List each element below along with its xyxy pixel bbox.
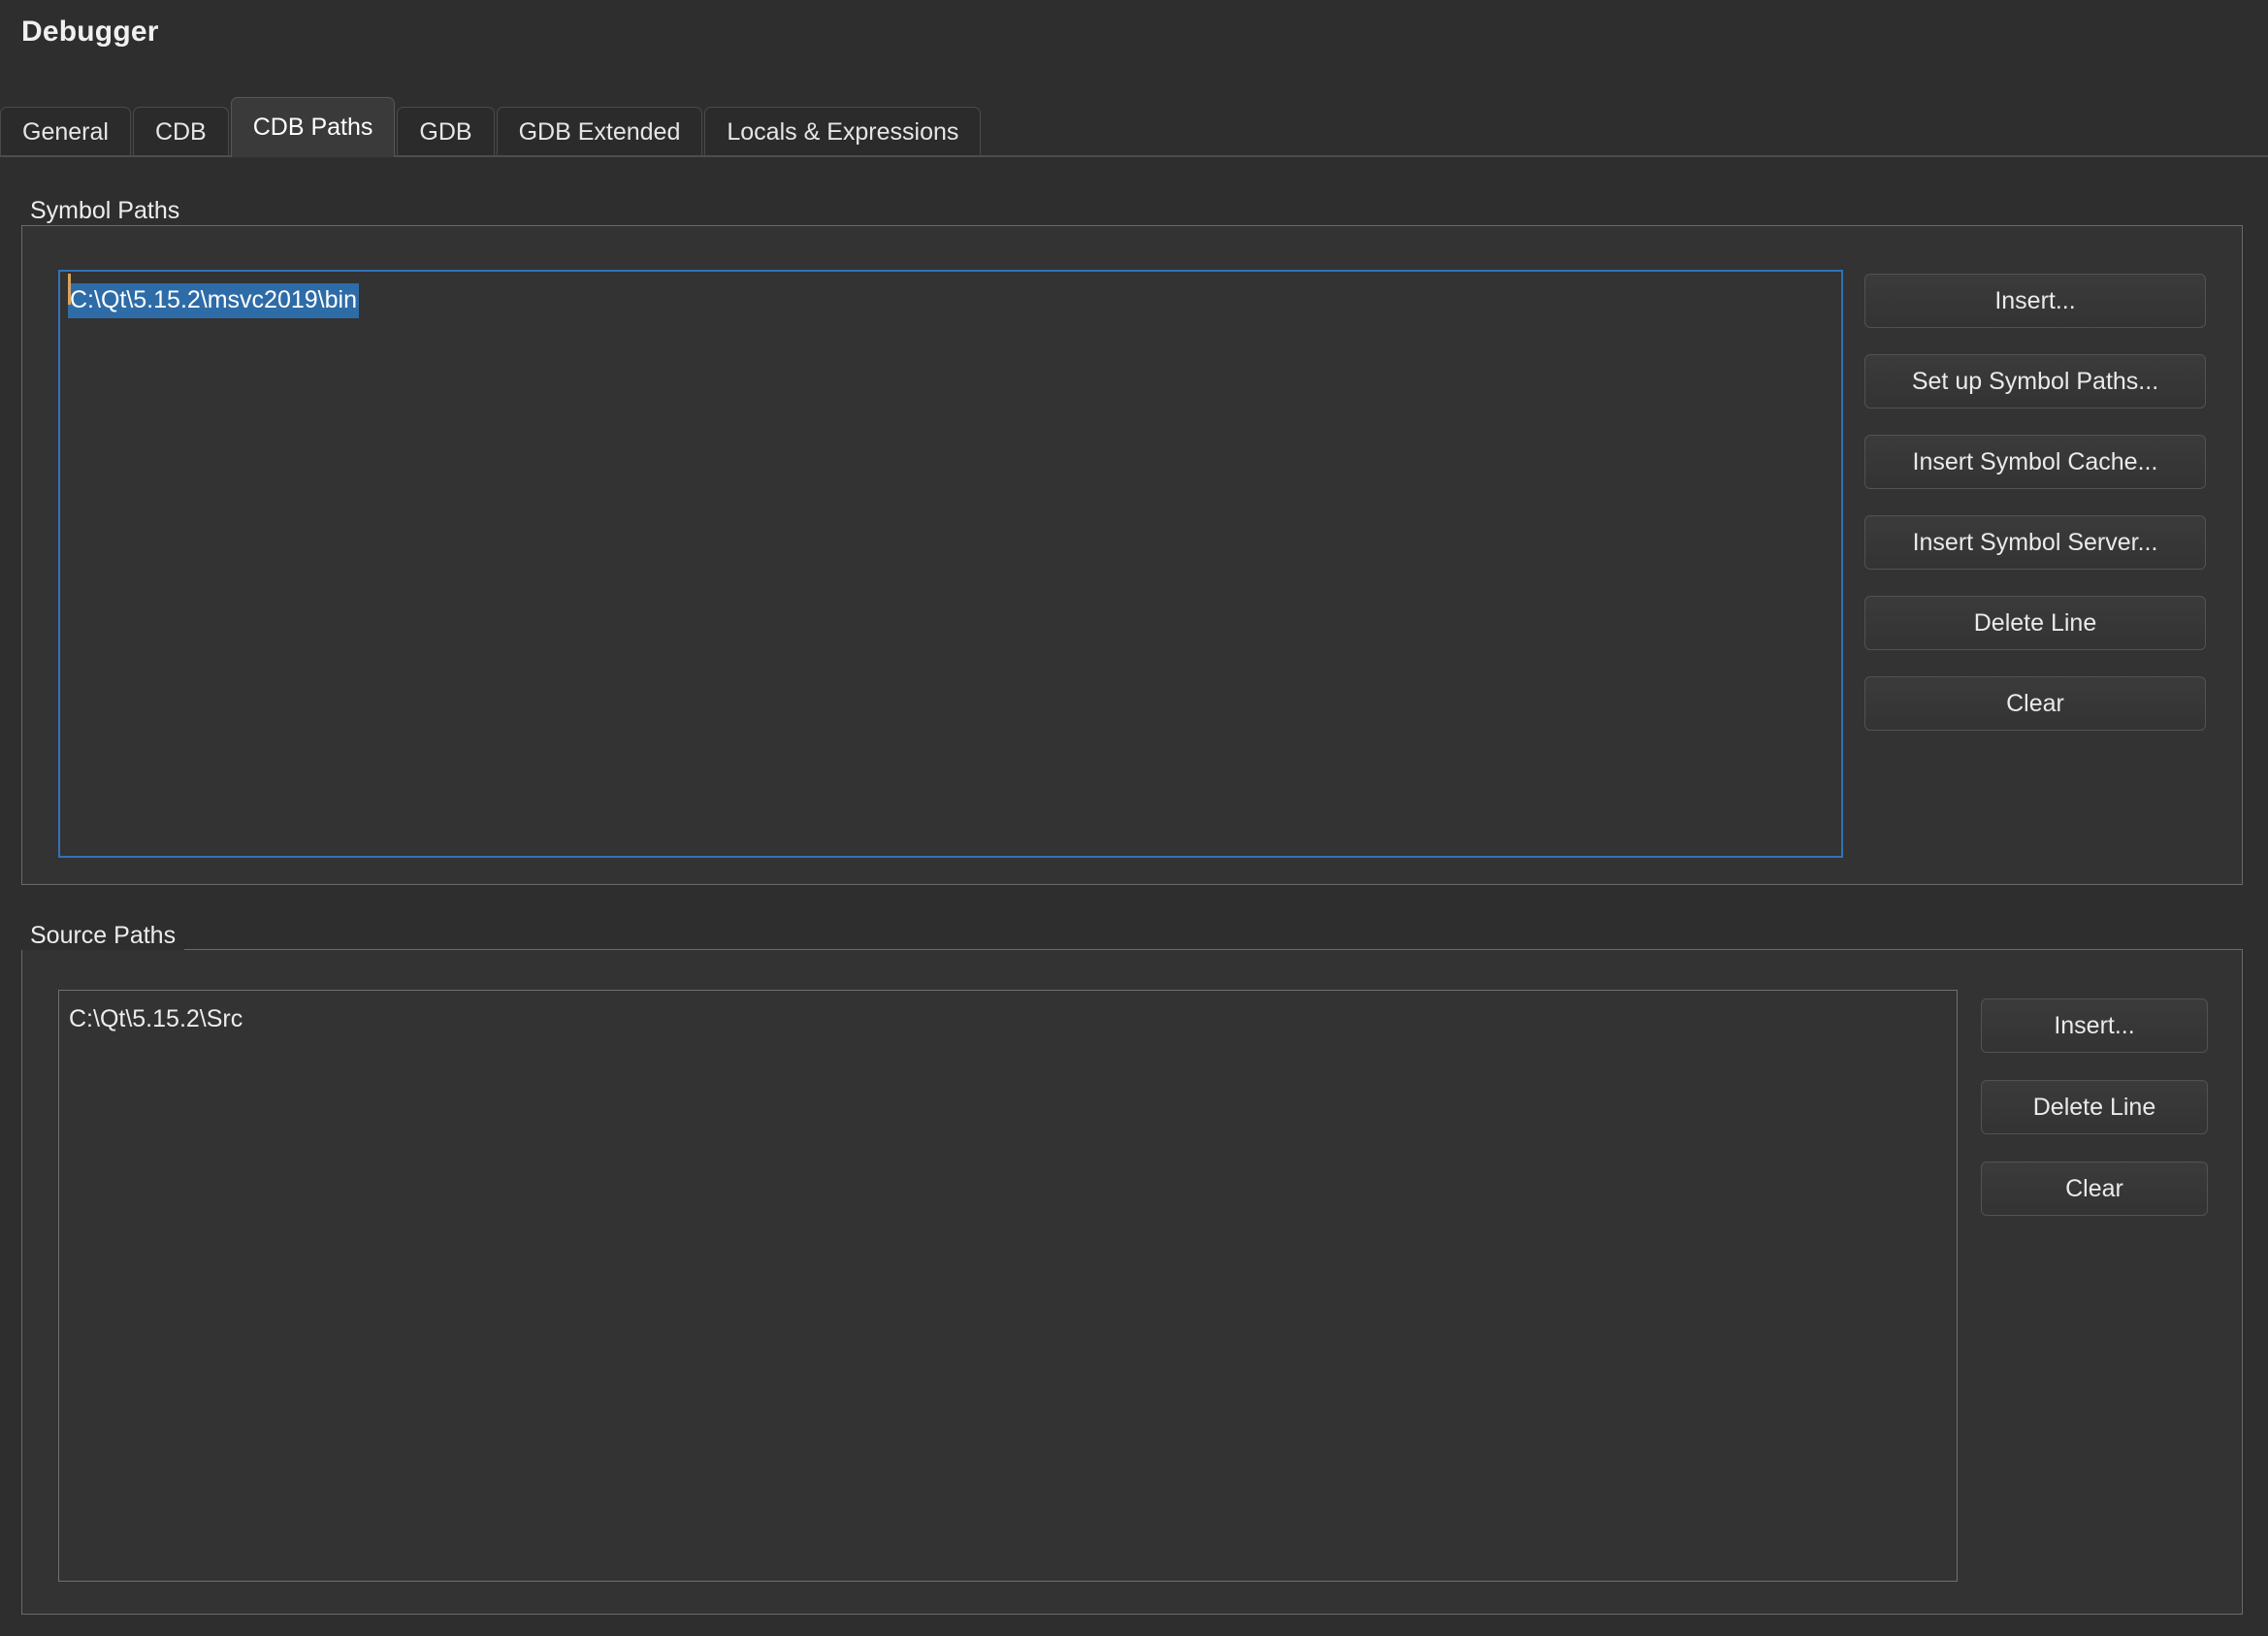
source-paths-delete-line-button[interactable]: Delete Line bbox=[1981, 1080, 2208, 1134]
symbol-paths-insert-button[interactable]: Insert... bbox=[1864, 274, 2206, 328]
symbol-paths-delete-line-button[interactable]: Delete Line bbox=[1864, 596, 2206, 650]
source-paths-clear-button[interactable]: Clear bbox=[1981, 1162, 2208, 1216]
tab-label: GDB bbox=[419, 118, 472, 146]
source-paths-list[interactable]: C:\Qt\5.15.2\Src bbox=[58, 990, 1958, 1582]
source-paths-group-label: Source Paths bbox=[21, 922, 185, 950]
symbol-paths-set-up-symbol-paths-button[interactable]: Set up Symbol Paths... bbox=[1864, 354, 2206, 409]
tab-gdb[interactable]: GDB bbox=[397, 107, 495, 157]
button-label: Insert Symbol Cache... bbox=[1912, 447, 2158, 475]
source-paths-row[interactable]: C:\Qt\5.15.2\Src bbox=[59, 991, 1957, 1037]
tab-label: Locals & Expressions bbox=[727, 118, 959, 146]
symbol-paths-insert-symbol-server-button[interactable]: Insert Symbol Server... bbox=[1864, 515, 2206, 570]
symbol-paths-list[interactable]: C:\Qt\5.15.2\msvc2019\bin bbox=[58, 270, 1843, 858]
button-label: Clear bbox=[2065, 1174, 2123, 1202]
tab-gdb-extended[interactable]: GDB Extended bbox=[496, 107, 703, 157]
button-label: Insert... bbox=[2054, 1011, 2135, 1039]
button-label: Delete Line bbox=[1973, 608, 2097, 637]
tab-label: CDB bbox=[154, 118, 207, 146]
tab-label: CDB Paths bbox=[252, 114, 373, 141]
tab-label: General bbox=[22, 118, 109, 146]
tab-bar: General CDB CDB Paths GDB GDB Extended Locals… bbox=[0, 97, 2268, 157]
symbol-paths-row[interactable]: C:\Qt\5.15.2\msvc2019\bin bbox=[60, 272, 1841, 318]
symbol-paths-clear-button[interactable]: Clear bbox=[1864, 676, 2206, 731]
source-paths-insert-button[interactable]: Insert... bbox=[1981, 998, 2208, 1053]
tab-label: GDB Extended bbox=[518, 118, 681, 146]
text-caret bbox=[68, 274, 71, 305]
symbol-paths-insert-symbol-cache-button[interactable]: Insert Symbol Cache... bbox=[1864, 435, 2206, 489]
button-label: Insert Symbol Server... bbox=[1912, 528, 2158, 556]
tab-locals-expressions[interactable]: Locals & Expressions bbox=[704, 107, 982, 157]
tab-cdb-paths[interactable]: CDB Paths bbox=[230, 97, 396, 157]
symbol-paths-entry[interactable]: C:\Qt\5.15.2\msvc2019\bin bbox=[68, 283, 359, 318]
button-label: Clear bbox=[2006, 689, 2064, 717]
tab-cdb[interactable]: CDB bbox=[132, 107, 229, 157]
button-label: Set up Symbol Paths... bbox=[1911, 367, 2159, 395]
source-paths-entry[interactable]: C:\Qt\5.15.2\Src bbox=[67, 1002, 244, 1037]
page-title: Debugger bbox=[21, 16, 159, 48]
symbol-paths-group-label: Symbol Paths bbox=[21, 197, 189, 225]
button-label: Insert... bbox=[1994, 286, 2076, 314]
tab-general[interactable]: General bbox=[0, 107, 131, 157]
button-label: Delete Line bbox=[2032, 1093, 2156, 1121]
